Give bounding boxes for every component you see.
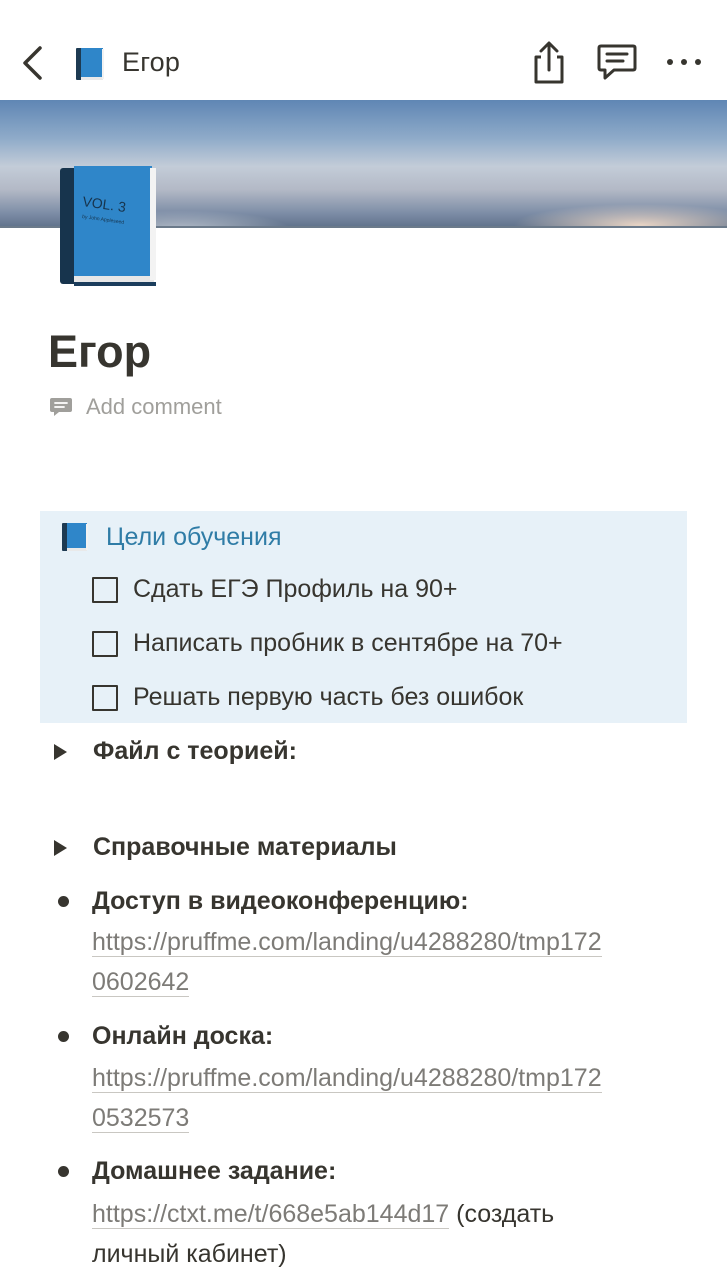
- bullet-dot: [58, 1166, 69, 1177]
- todo-label: Написать пробник в сентябре на 70+: [133, 629, 563, 657]
- bullet-dot: [58, 896, 69, 907]
- toggle-label: Файл с теорией:: [93, 737, 297, 765]
- homework-note: (создать: [449, 1200, 555, 1228]
- link-line[interactable]: 0532573: [92, 1104, 190, 1133]
- blue-book-icon: [76, 48, 104, 80]
- header-title[interactable]: Егор: [122, 47, 180, 78]
- add-comment-button[interactable]: Add comment: [48, 393, 222, 421]
- bullet-label-online-board: Онлайн доска:: [92, 1022, 274, 1050]
- bullet-label-homework: Домашнее задание:: [92, 1157, 337, 1185]
- top-bar: Егор: [0, 0, 727, 100]
- todo-checkbox[interactable]: [92, 576, 118, 603]
- goals-callout: Цели обучения Сдать ЕГЭ Профиль на 90+ Н…: [40, 511, 687, 723]
- bullet-label-videoconference: Доступ в видеоконференцию:: [92, 887, 469, 915]
- toggle-reference-materials[interactable]: Справочные материалы: [54, 833, 397, 862]
- callout-header: Цели обучения: [60, 521, 281, 553]
- back-chevron-icon[interactable]: [14, 40, 54, 86]
- page-book-icon[interactable]: VOL. 3 by John Appleseed: [56, 158, 160, 290]
- toggle-theory-file[interactable]: Файл с теорией:: [54, 737, 297, 766]
- toggle-label: Справочные материалы: [93, 833, 397, 861]
- videoconference-link[interactable]: https://pruffme.com/landing/u4288280/tmp…: [92, 922, 682, 1002]
- blue-book-icon: [62, 523, 88, 551]
- todo-checkbox[interactable]: [92, 684, 118, 711]
- homework-link[interactable]: https://ctxt.me/t/668e5ab144d17: [92, 1200, 450, 1229]
- comment-icon: [50, 398, 72, 416]
- online-board-link[interactable]: https://pruffme.com/landing/u4288280/tmp…: [92, 1058, 682, 1138]
- link-line[interactable]: https://pruffme.com/landing/u4288280/tmp…: [92, 1064, 602, 1093]
- homework-link-block: https://ctxt.me/t/668e5ab144d17 (создать…: [92, 1194, 682, 1274]
- page-title[interactable]: Егор: [48, 326, 151, 378]
- todo-checkbox[interactable]: [92, 630, 118, 657]
- todo-label: Решать первую часть без ошибок: [133, 683, 524, 711]
- todo-item[interactable]: Написать пробник в сентябре на 70+: [92, 629, 563, 658]
- add-comment-label: Add comment: [86, 394, 222, 419]
- comment-icon[interactable]: [596, 42, 638, 82]
- todo-item[interactable]: Решать первую часть без ошибок: [92, 683, 523, 712]
- todo-item[interactable]: Сдать ЕГЭ Профиль на 90+: [92, 575, 457, 604]
- toggle-triangle-icon[interactable]: [54, 839, 67, 856]
- more-icon[interactable]: [664, 52, 704, 72]
- link-line[interactable]: https://pruffme.com/landing/u4288280/tmp…: [92, 928, 602, 957]
- bullet-dot: [58, 1031, 69, 1042]
- callout-title: Цели обучения: [106, 522, 282, 551]
- link-line[interactable]: 0602642: [92, 968, 190, 997]
- toggle-triangle-icon[interactable]: [54, 743, 67, 760]
- todo-label: Сдать ЕГЭ Профиль на 90+: [133, 575, 458, 603]
- homework-note: личный кабинет): [92, 1240, 287, 1268]
- share-icon[interactable]: [528, 40, 570, 86]
